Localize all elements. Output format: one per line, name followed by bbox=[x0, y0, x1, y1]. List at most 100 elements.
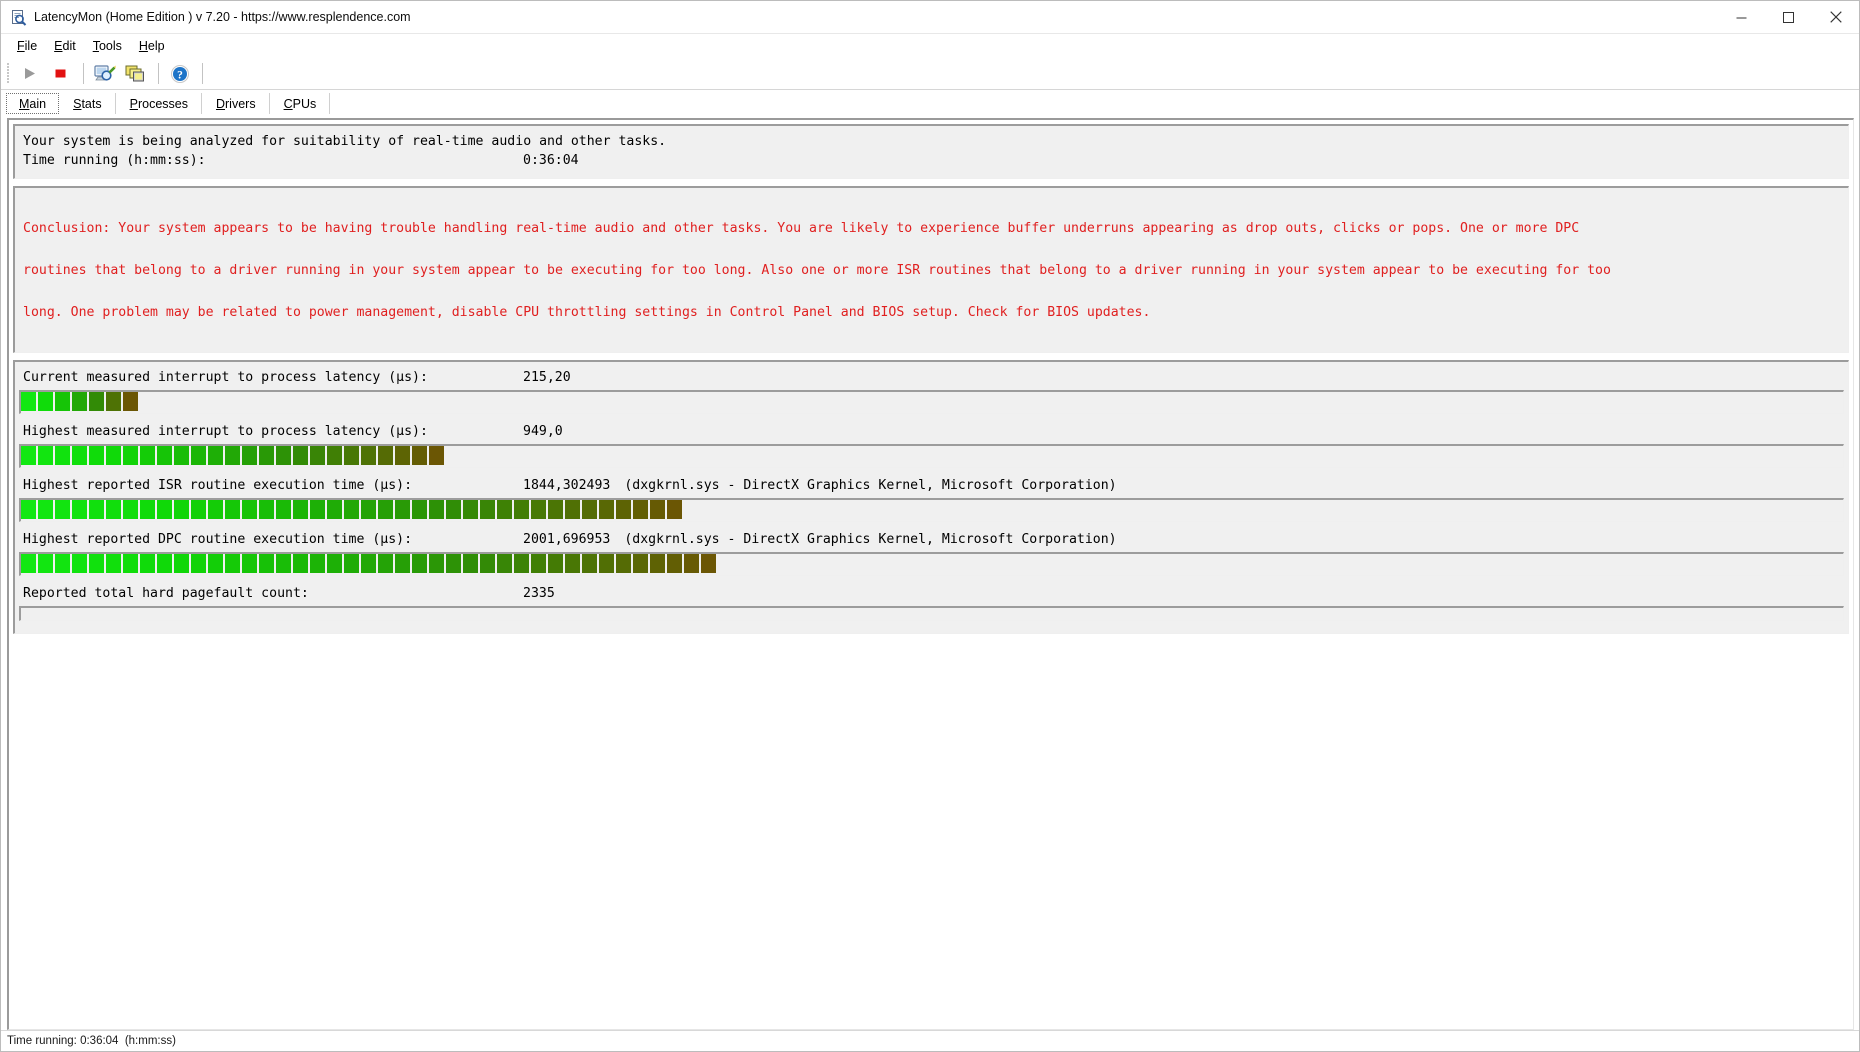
metric-highest-latency: Highest measured interrupt to process la… bbox=[15, 422, 1848, 476]
conclusion-line-3: long. One problem may be related to powe… bbox=[23, 304, 1151, 320]
meter-segment bbox=[106, 392, 121, 412]
svg-text:?: ? bbox=[177, 69, 183, 81]
meter-segment bbox=[174, 500, 189, 520]
tab-strip: Main Stats Processes Drivers C PUs bbox=[1, 90, 1859, 114]
conclusion-line-1: Conclusion: Your system appears to be ha… bbox=[23, 221, 1580, 237]
metric-meter bbox=[19, 390, 1844, 415]
meter-segment bbox=[327, 446, 342, 466]
meter-segment bbox=[89, 446, 104, 466]
time-running-label: Time running (h:mm:ss): bbox=[23, 153, 206, 168]
metric-isr-execution-time: Highest reported ISR routine execution t… bbox=[15, 476, 1848, 530]
meter-segment bbox=[548, 554, 563, 574]
meter-segment bbox=[582, 554, 597, 574]
metric-value: 2335 bbox=[523, 586, 555, 602]
meter-segment bbox=[412, 554, 427, 574]
status-bar-text: Time running: 0:36:04 (h:mm:ss) bbox=[7, 1035, 176, 1047]
meter-segment bbox=[616, 554, 631, 574]
meter-segment bbox=[242, 446, 257, 466]
meter-segment bbox=[72, 500, 87, 520]
menu-item-tools[interactable]: Tools bbox=[85, 37, 130, 55]
meter-segment bbox=[140, 554, 155, 574]
metric-pagefault-count: Reported total hard pagefault count: 233… bbox=[15, 584, 1848, 627]
meter-segment bbox=[514, 500, 529, 520]
metric-label: Highest reported DPC routine execution t… bbox=[23, 532, 413, 548]
meter-segment bbox=[208, 554, 223, 574]
meter-segment bbox=[106, 446, 121, 466]
meter-segment bbox=[293, 500, 308, 520]
menu-item-edit[interactable]: Edit bbox=[46, 37, 84, 55]
system-info-button[interactable] bbox=[90, 60, 119, 87]
metric-extra: (dxgkrnl.sys - DirectX Graphics Kernel, … bbox=[624, 478, 1117, 494]
meter-segment bbox=[463, 500, 478, 520]
menu-bar: File Edit Tools Help bbox=[1, 34, 1859, 58]
meter-segment bbox=[565, 554, 580, 574]
metric-label: Highest reported ISR routine execution t… bbox=[23, 478, 413, 494]
meter-segment bbox=[55, 554, 70, 574]
minimize-icon bbox=[1736, 17, 1747, 18]
maximize-button[interactable] bbox=[1765, 1, 1812, 33]
meter-segment bbox=[344, 554, 359, 574]
metric-meter-fill bbox=[21, 446, 446, 467]
meter-segment bbox=[633, 500, 648, 520]
meter-segment bbox=[123, 500, 138, 520]
minimize-button[interactable] bbox=[1718, 1, 1765, 33]
meter-segment bbox=[361, 446, 376, 466]
meter-segment bbox=[480, 500, 495, 520]
meter-segment bbox=[89, 500, 104, 520]
meter-segment bbox=[412, 500, 427, 520]
meter-segment bbox=[208, 500, 223, 520]
metric-meter bbox=[19, 444, 1844, 469]
tab-main[interactable]: Main bbox=[6, 93, 60, 114]
meter-segment bbox=[650, 500, 665, 520]
time-running-value: 0:36:04 bbox=[523, 153, 579, 168]
question-help-icon: ? bbox=[170, 64, 189, 83]
metric-label: Reported total hard pagefault count: bbox=[23, 586, 309, 602]
meter-segment bbox=[514, 554, 529, 574]
meter-segment bbox=[225, 554, 240, 574]
status-bar: Time running: 0:36:04 (h:mm:ss) bbox=[1, 1030, 1859, 1051]
start-monitoring-button[interactable] bbox=[15, 60, 44, 87]
menu-item-file[interactable]: File bbox=[9, 37, 45, 55]
meter-segment bbox=[157, 554, 172, 574]
meter-segment bbox=[191, 554, 206, 574]
meter-segment bbox=[616, 500, 631, 520]
analysis-text: Your system is being analyzed for suitab… bbox=[23, 134, 667, 149]
tab-drivers[interactable]: Drivers bbox=[201, 93, 270, 114]
meter-segment bbox=[140, 500, 155, 520]
menu-item-help[interactable]: Help bbox=[131, 37, 173, 55]
tab-processes[interactable]: Processes bbox=[115, 93, 202, 114]
summary-group: Your system is being analyzed for suitab… bbox=[13, 124, 1849, 179]
metric-value: 215,20 bbox=[523, 370, 571, 386]
tab-cpus[interactable]: C PUs bbox=[269, 93, 331, 114]
meter-segment bbox=[123, 446, 138, 466]
metric-row: Highest reported ISR routine execution t… bbox=[15, 476, 1848, 495]
maximize-icon bbox=[1783, 11, 1794, 23]
meter-segment bbox=[38, 392, 53, 412]
meter-segment bbox=[531, 500, 546, 520]
meter-segment bbox=[72, 446, 87, 466]
meter-segment bbox=[55, 446, 70, 466]
metric-meter bbox=[19, 552, 1844, 577]
meter-segment bbox=[242, 500, 257, 520]
meter-segment bbox=[327, 554, 342, 574]
meter-segment bbox=[344, 500, 359, 520]
toolbar-grip[interactable] bbox=[7, 63, 10, 84]
meter-segment bbox=[140, 446, 155, 466]
meter-segment bbox=[55, 500, 70, 520]
time-running-row: Time running (h:mm:ss): 0:36:04 bbox=[15, 151, 1848, 170]
meter-segment bbox=[378, 554, 393, 574]
metric-value: 2001,696953 bbox=[523, 532, 611, 548]
copy-report-button[interactable] bbox=[121, 60, 150, 87]
conclusion-text: Conclusion: Your system appears to be ha… bbox=[15, 193, 1848, 348]
stop-monitoring-button[interactable] bbox=[46, 60, 75, 87]
conclusion-line-2: routines that belong to a driver running… bbox=[23, 263, 1611, 279]
meter-segment bbox=[72, 554, 87, 574]
tab-stats[interactable]: Stats bbox=[59, 93, 116, 114]
help-button[interactable]: ? bbox=[165, 60, 194, 87]
meter-segment bbox=[259, 446, 274, 466]
meter-segment bbox=[293, 446, 308, 466]
close-button[interactable] bbox=[1812, 1, 1859, 33]
meter-segment bbox=[599, 500, 614, 520]
meter-segment bbox=[531, 554, 546, 574]
meter-segment bbox=[429, 500, 444, 520]
